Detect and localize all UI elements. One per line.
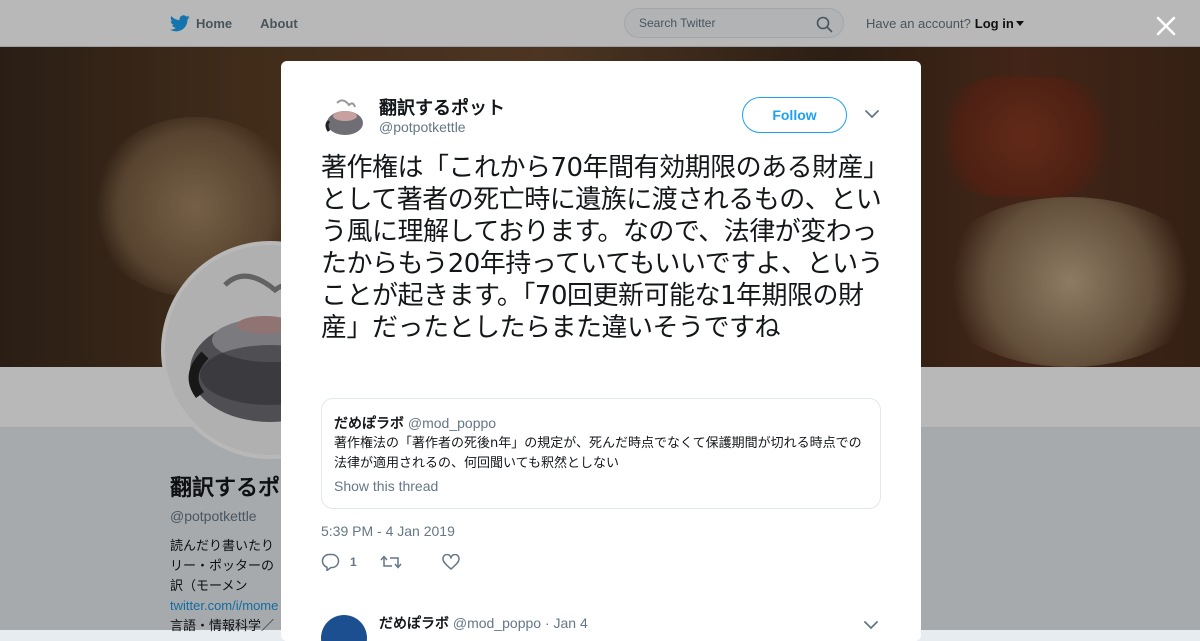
reply-date[interactable]: · Jan 4 — [545, 615, 588, 631]
follow-button[interactable]: Follow — [742, 97, 847, 133]
quoted-tweet-text: 著作権法の「著作者の死後n年」の規定が、死んだ時点でなくて保護期間が切れる時点で… — [334, 436, 862, 471]
chevron-down-icon[interactable] — [864, 620, 878, 630]
tweet-actions: 1 — [321, 553, 500, 571]
author-handle[interactable]: @potpotkettle — [379, 119, 466, 135]
heart-icon — [442, 554, 460, 570]
retweet-icon — [380, 555, 402, 569]
tweet-timestamp[interactable]: 5:39 PM - 4 Jan 2019 — [321, 523, 455, 539]
quoted-author-name: だめぽラボ — [334, 415, 404, 431]
tweet-modal: 翻訳するポット @potpotkettle Follow 著作権は「これから70… — [281, 61, 921, 641]
reply-icon — [321, 553, 340, 571]
show-thread-link[interactable]: Show this thread — [334, 478, 438, 494]
reply-count: 1 — [350, 555, 357, 569]
reply-author-name[interactable]: だめぽラボ — [379, 615, 449, 631]
author-name[interactable]: 翻訳するポット — [379, 94, 505, 120]
tweet-text: 著作権は「これから70年間有効期限のある財産」として著者の死亡時に遺族に渡される… — [321, 153, 889, 343]
author-avatar[interactable] — [321, 93, 369, 141]
reply-action[interactable]: 1 — [321, 553, 360, 571]
quoted-author-handle: @mod_poppo — [407, 415, 497, 431]
chevron-down-icon[interactable] — [865, 109, 879, 119]
retweet-action[interactable] — [380, 554, 422, 570]
reply-author-handle[interactable]: @mod_poppo — [453, 615, 541, 631]
close-icon[interactable] — [1152, 12, 1180, 40]
quoted-tweet-header: だめぽラボ @mod_poppo — [334, 413, 496, 433]
reply-header: だめぽラボ @mod_poppo · Jan 4 — [379, 613, 588, 633]
like-action[interactable] — [442, 554, 480, 570]
quoted-tweet[interactable]: だめぽラボ @mod_poppo 著作権法の「著作者の死後n年」の規定が、死んだ… — [321, 398, 881, 509]
reply-avatar[interactable] — [321, 615, 367, 641]
